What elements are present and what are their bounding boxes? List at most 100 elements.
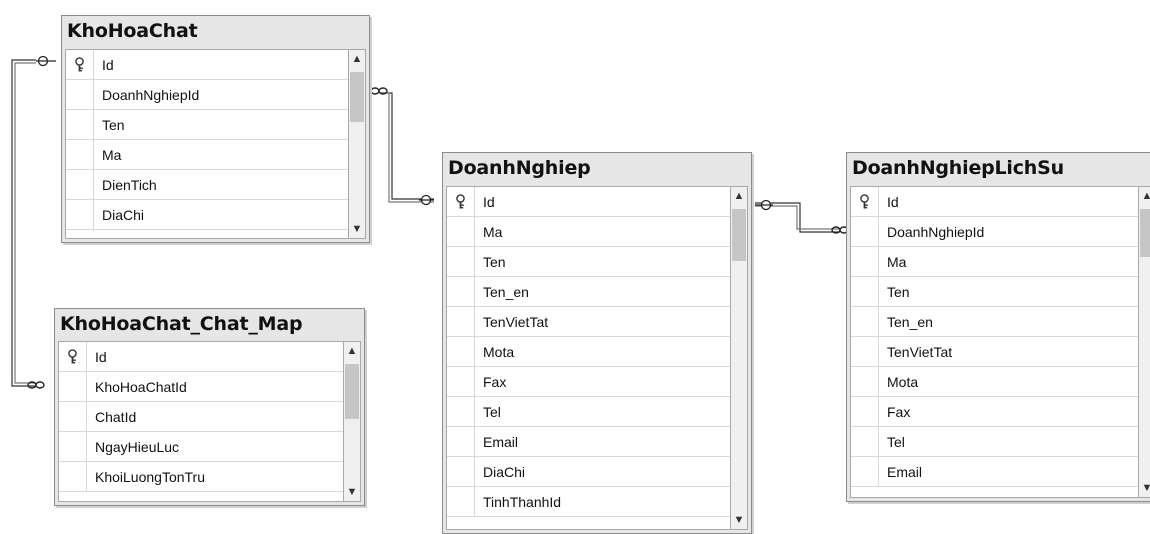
column-row[interactable]: DiaChi (447, 457, 730, 487)
column-row[interactable]: TenVietTat (447, 307, 730, 337)
table-khohoachat-chat-map[interactable]: KhoHoaChat_Chat_Map Id KhoHoaChatId ChatId… (54, 308, 365, 506)
scrollbar-thumb[interactable] (345, 364, 359, 419)
column-row[interactable]: Tel (851, 427, 1138, 457)
chevron-up-icon[interactable]: ▲ (1139, 187, 1150, 205)
scrollbar[interactable]: ▲ ▼ (730, 186, 748, 530)
column-row[interactable]: Id (447, 187, 730, 217)
scrollbar[interactable]: ▲ ▼ (1138, 186, 1150, 498)
chevron-up-icon[interactable]: ▲ (349, 50, 365, 68)
column-row[interactable]: Id (851, 187, 1138, 217)
column-row[interactable]: Mota (447, 337, 730, 367)
relationship-lichsu-doanhnghiep (755, 202, 840, 233)
scrollbar-thumb[interactable] (1140, 209, 1150, 257)
row-selector[interactable] (59, 432, 87, 461)
row-selector[interactable] (66, 50, 94, 79)
column-row[interactable]: Ma (66, 140, 348, 170)
row-selector[interactable] (59, 462, 87, 491)
column-name: Id (887, 194, 899, 210)
scrollbar[interactable]: ▲ ▼ (343, 341, 361, 502)
relationship-khohoachat-doanhnghiep (380, 92, 434, 203)
column-row[interactable]: DienTich (66, 170, 348, 200)
chevron-up-icon[interactable]: ▲ (731, 187, 747, 205)
row-selector[interactable] (66, 200, 94, 229)
column-row[interactable]: ChatId (59, 402, 343, 432)
column-row[interactable]: NgayHieuLuc (59, 432, 343, 462)
column-row[interactable]: Mota (851, 367, 1138, 397)
column-row[interactable]: TinhThanhId (447, 487, 730, 517)
row-selector[interactable] (447, 457, 475, 486)
scrollbar-thumb[interactable] (350, 72, 364, 122)
column-row[interactable]: TenVietTat (851, 337, 1138, 367)
chevron-up-icon[interactable]: ▲ (344, 342, 360, 360)
column-row[interactable]: DoanhNghiepId (851, 217, 1138, 247)
primary-key-icon (454, 194, 467, 210)
row-selector[interactable] (851, 457, 879, 486)
table-khohoachat[interactable]: KhoHoaChat Id DoanhNghiepId Ten Ma DienTich D… (61, 15, 370, 243)
table-doanhnghiep[interactable]: DoanhNghiep Id Ma Ten Ten_en TenVietTat Mota F… (442, 152, 752, 534)
row-selector[interactable] (851, 397, 879, 426)
row-selector[interactable] (59, 372, 87, 401)
row-selector[interactable] (851, 367, 879, 396)
table-title: KhoHoaChat_Chat_Map (60, 313, 303, 335)
column-row[interactable]: Id (59, 342, 343, 372)
row-selector[interactable] (59, 402, 87, 431)
row-selector[interactable] (851, 337, 879, 366)
row-selector[interactable] (447, 397, 475, 426)
column-name: Ten (887, 284, 910, 300)
row-selector[interactable] (66, 170, 94, 199)
column-row[interactable]: Tel (447, 397, 730, 427)
column-row[interactable]: Id (66, 50, 348, 80)
column-list: Id DoanhNghiepId Ten Ma DienTich DiaChi (65, 49, 348, 239)
row-selector[interactable] (851, 307, 879, 336)
row-selector[interactable] (447, 367, 475, 396)
row-selector[interactable] (66, 110, 94, 139)
row-selector[interactable] (851, 217, 879, 246)
row-selector[interactable] (66, 140, 94, 169)
column-row[interactable]: Ma (447, 217, 730, 247)
row-selector[interactable] (447, 247, 475, 276)
column-row[interactable]: Ten (447, 247, 730, 277)
primary-key-icon (66, 349, 79, 365)
column-row[interactable]: Fax (447, 367, 730, 397)
column-row[interactable]: KhoHoaChatId (59, 372, 343, 402)
column-row[interactable]: Ten_en (447, 277, 730, 307)
row-selector[interactable] (447, 217, 475, 246)
row-selector[interactable] (447, 337, 475, 366)
row-selector[interactable] (447, 187, 475, 216)
table-doanhnghieplichsu[interactable]: DoanhNghiepLichSu Id DoanhNghiepId Ma Ten Te… (846, 152, 1150, 502)
row-selector[interactable] (447, 427, 475, 456)
column-name: Id (102, 57, 114, 73)
column-row[interactable]: Email (851, 457, 1138, 487)
column-row[interactable]: Ten (851, 277, 1138, 307)
row-selector[interactable] (59, 342, 87, 371)
row-selector[interactable] (851, 187, 879, 216)
chevron-down-icon[interactable]: ▼ (1139, 479, 1150, 497)
row-selector[interactable] (447, 307, 475, 336)
column-name: ChatId (95, 409, 137, 425)
row-selector[interactable] (851, 277, 879, 306)
row-selector[interactable] (447, 277, 475, 306)
column-name: TinhThanhId (483, 494, 562, 510)
row-selector[interactable] (66, 80, 94, 109)
column-row[interactable]: KhoiLuongTonTru (59, 462, 343, 492)
column-row[interactable]: DoanhNghiepId (66, 80, 348, 110)
column-name: Mota (483, 344, 515, 360)
scrollbar-thumb[interactable] (732, 209, 746, 261)
column-name: Ma (102, 147, 122, 163)
column-row[interactable]: Ma (851, 247, 1138, 277)
row-selector[interactable] (851, 247, 879, 276)
column-name: Id (95, 349, 107, 365)
row-selector[interactable] (851, 427, 879, 456)
column-row[interactable]: Email (447, 427, 730, 457)
chevron-down-icon[interactable]: ▼ (349, 220, 365, 238)
column-row[interactable]: Ten (66, 110, 348, 140)
row-selector[interactable] (447, 487, 475, 516)
column-row[interactable]: Fax (851, 397, 1138, 427)
column-row[interactable]: DiaChi (66, 200, 348, 230)
column-row[interactable]: Ten_en (851, 307, 1138, 337)
column-name: Fax (483, 374, 507, 390)
chevron-down-icon[interactable]: ▼ (344, 483, 360, 501)
scrollbar[interactable]: ▲ ▼ (348, 49, 366, 239)
primary-key-icon (858, 194, 871, 210)
chevron-down-icon[interactable]: ▼ (731, 511, 747, 529)
